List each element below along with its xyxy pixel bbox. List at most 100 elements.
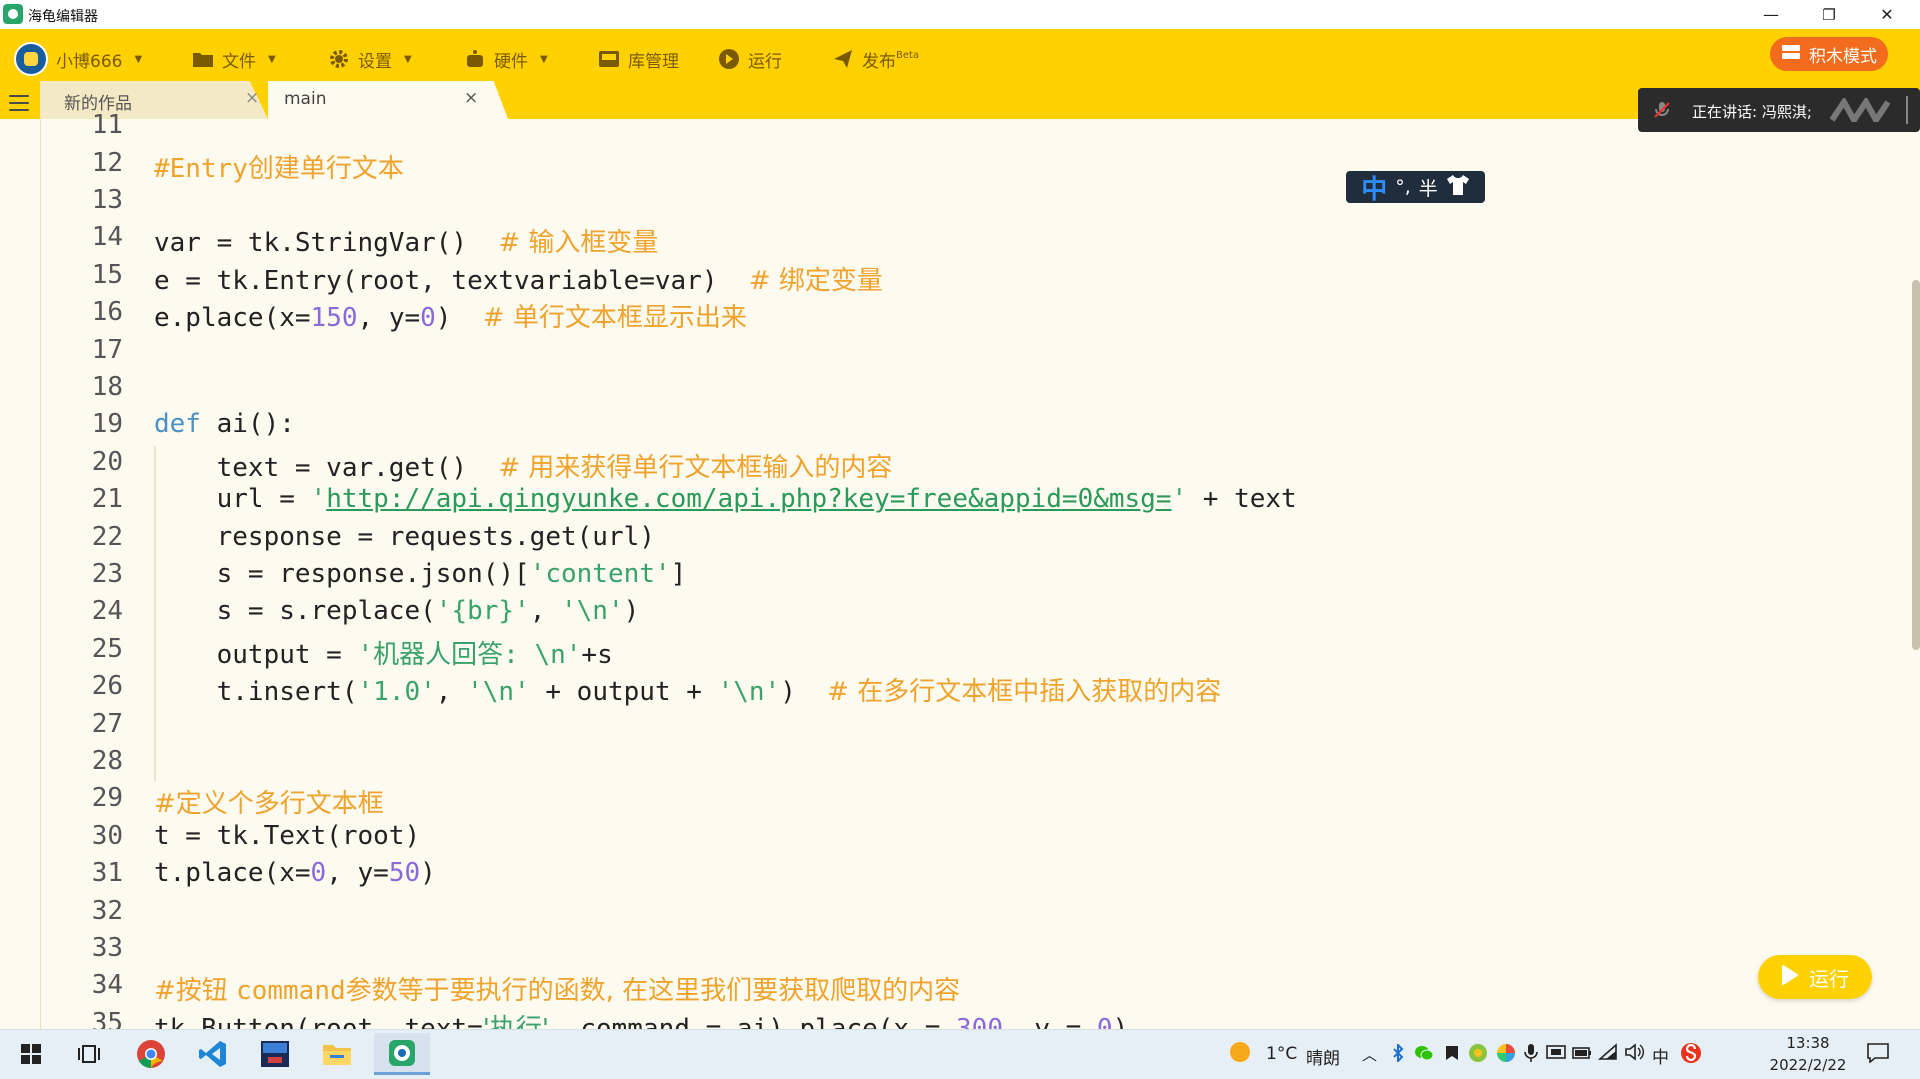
chevron-down-icon: ▼ [404,53,412,65]
close-button[interactable]: ✕ [1862,2,1912,28]
code-comment: # 单行文本框显示出来 [482,303,747,333]
avatar [14,42,48,76]
clock-time[interactable]: 13:38 [1770,1034,1846,1052]
code-text: s = s.replace( [154,596,436,626]
user-name: 小博666 [56,51,123,72]
minimize-button[interactable]: — [1746,2,1796,28]
chevron-down-icon: ▼ [268,53,276,65]
tab-main-label: main [284,89,327,109]
code-comment: #Entry创建单行文本 [154,154,404,184]
code-line: t.place(x=0, y=50) [154,858,436,888]
app-tray-icon[interactable] [1444,1044,1460,1066]
code-string: '机器人回答: \n' [357,640,582,670]
tshirt-icon[interactable] [1446,174,1470,201]
window-title: 海龟编辑器 [28,9,98,25]
task-view-icon[interactable] [64,1033,114,1075]
code-text: , y= [357,303,421,333]
volume-icon[interactable] [1624,1043,1644,1065]
code-comment: #定义个多行文本框 [154,789,384,819]
code-text: var = tk.StringVar() [154,228,499,258]
code-line: output = '机器人回答: \n'+s [154,634,613,671]
line-number: 21 [91,484,123,514]
code-text: ai(): [200,409,295,439]
run-button[interactable]: 运行 [1758,955,1872,999]
bluetooth-icon[interactable] [1390,1042,1406,1066]
turtle-editor-taskbar-icon[interactable] [374,1033,430,1075]
restore-button[interactable]: ❐ [1804,2,1854,28]
line-number: 18 [91,372,123,402]
vscode-icon[interactable] [188,1033,238,1075]
publish-button[interactable]: 发布 Beta [832,29,919,89]
mic-muted-icon[interactable] [1652,100,1672,120]
devcpp-icon[interactable] [250,1033,300,1075]
code-text: response = requests.get(url) [154,522,655,552]
weather-sun-icon[interactable] [1228,1040,1252,1069]
code-line: var = tk.StringVar() # 输入框变量 [154,222,658,259]
tray-pinwheel-icon[interactable] [1496,1043,1516,1067]
line-number: 23 [91,559,123,589]
line-number: 31 [91,858,123,888]
code-string: '1.0' [357,677,436,707]
code-text: ) [435,303,483,333]
play-icon [1781,964,1799,991]
line-number: 17 [91,335,123,365]
weather-desc[interactable]: 晴朗 [1306,1044,1340,1069]
app-logo-icon [3,4,23,24]
ime-language[interactable]: 中 [1361,169,1387,206]
code-text: ) [623,596,640,626]
user-menu[interactable]: 小博666 ▼ [14,29,142,89]
code-text: t = tk.Text(root) [154,821,421,851]
weather-temp[interactable]: 1°C [1266,1044,1297,1064]
editor-scrollbar[interactable] [1912,280,1920,650]
wifi-icon[interactable] [1597,1043,1618,1065]
line-number: 16 [91,297,123,327]
line-number: 30 [91,821,123,851]
code-line: t.insert('1.0', '\n' + output + '\n') # … [154,671,1222,708]
code-comment: # 绑定变量 [748,266,883,296]
file-menu[interactable]: 文件 ▼ [192,29,276,89]
ime-width[interactable]: 半 [1419,174,1438,201]
code-line: e = tk.Entry(root, textvariable=var) # 绑… [154,260,883,297]
tab-close-icon[interactable]: × [464,88,478,108]
block-mode-button[interactable]: 积木模式 [1770,37,1888,71]
chrome-icon[interactable] [126,1033,176,1075]
ime-punctuation[interactable]: °, [1395,176,1411,198]
code-text: + text [1187,484,1297,514]
line-number: 11 [91,110,123,140]
battery-icon[interactable] [1572,1045,1592,1064]
line-number: 33 [91,933,123,963]
code-text: +s [581,640,613,670]
ime-toolbar[interactable]: 中 °, 半 [1346,169,1485,206]
notification-icon[interactable] [1867,1043,1889,1067]
screen-icon[interactable] [1546,1044,1566,1066]
code-string: '\n' [467,677,530,707]
code-url-link[interactable]: http://api.qingyunke.com/api.php?key=fre… [326,484,1171,514]
chevron-down-icon: ▼ [134,53,143,65]
code-text: ) [420,858,436,888]
tray-expand-icon[interactable]: ︿ [1362,1044,1377,1065]
code-line: #Entry创建单行文本 [154,148,404,185]
hardware-menu[interactable]: 硬件 ▼ [464,29,548,89]
code-text: output = [154,640,358,670]
ime-indicator[interactable]: 中 [1652,1043,1669,1068]
file-explorer-icon[interactable] [312,1033,362,1075]
code-string: ' [1171,484,1188,514]
clock-date[interactable]: 2022/2/22 [1764,1056,1852,1074]
settings-menu[interactable]: 设置 ▼ [328,29,412,89]
code-number: 0 [420,303,436,333]
tray-colorful-icon[interactable] [1468,1043,1488,1067]
inbox-icon [598,48,620,70]
microphone-icon[interactable] [1524,1043,1538,1067]
run-toolbar-button[interactable]: 运行 [718,29,782,89]
code-text: , y= [326,858,389,888]
blocks-icon [1781,43,1801,66]
library-button[interactable]: 库管理 [598,29,679,89]
line-number: 28 [91,746,123,776]
sogou-ime-icon[interactable] [1680,1042,1702,1068]
menu-icon[interactable] [9,95,29,113]
tab-close-icon[interactable]: × [245,88,259,108]
windows-start-icon[interactable] [6,1033,56,1075]
line-number: 27 [91,709,123,739]
wechat-icon[interactable] [1414,1044,1434,1066]
code-text: ) [780,677,828,707]
